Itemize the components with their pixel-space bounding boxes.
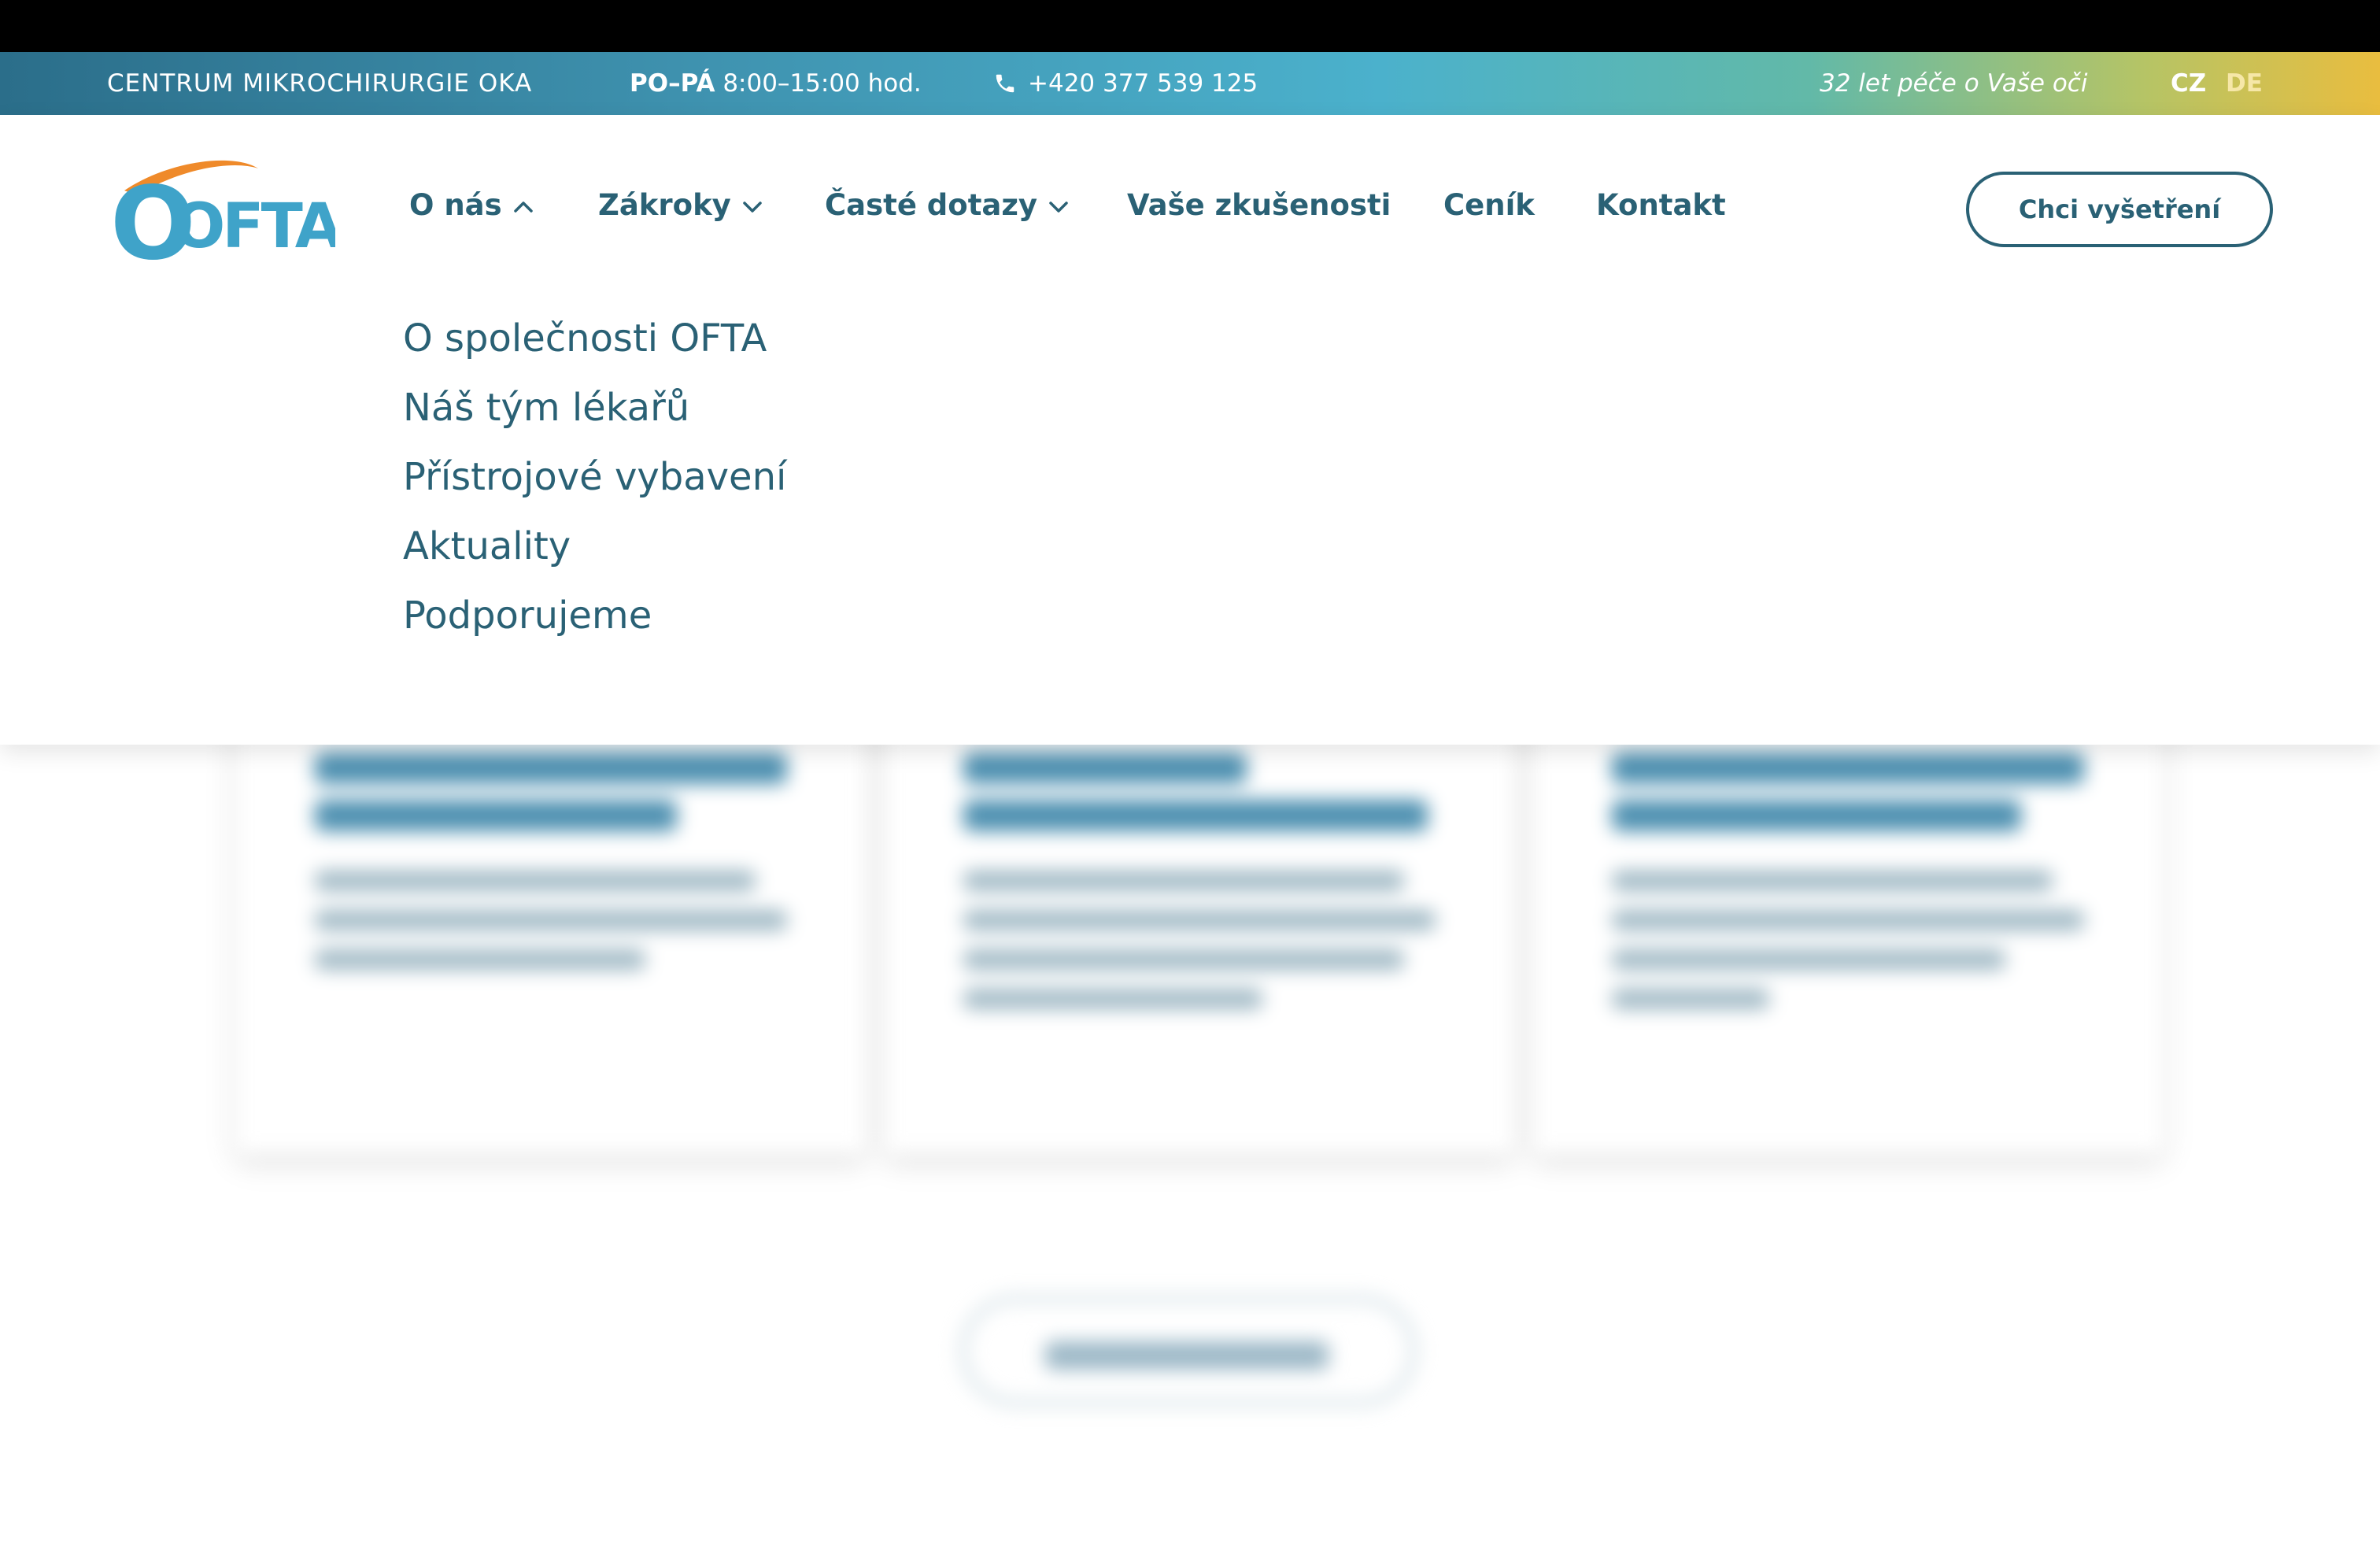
ofta-logo[interactable]: O OFTA [107, 154, 346, 283]
request-examination-button[interactable]: Chci vyšetření [1966, 172, 2273, 247]
dropdown-item-nas-tym[interactable]: Náš tým lékařů [403, 373, 786, 442]
chevron-down-icon [1049, 202, 1068, 213]
logo-wordmark: OFTA [173, 191, 335, 262]
phone-icon [996, 74, 1014, 93]
window-top-bar [0, 0, 2380, 52]
phone-link[interactable]: +420 377 539 125 [993, 52, 1258, 115]
top-info-bar: CENTRUM MIKROCHIRURGIE OKA PO–PÁ 8:00–15… [0, 52, 2380, 115]
language-cz[interactable]: CZ [2171, 52, 2206, 115]
chevron-down-icon [743, 202, 762, 213]
hours-days: PO–PÁ [630, 69, 715, 98]
center-name: CENTRUM MIKROCHIRURGIE OKA [107, 69, 533, 98]
opening-hours: PO–PÁ 8:00–15:00 hod. [630, 52, 922, 115]
dropdown-item-o-spolecnosti[interactable]: O společnosti OFTA [403, 304, 786, 373]
nav-zakroky-label: Zákroky [598, 188, 731, 222]
phone-number: +420 377 539 125 [1028, 69, 1258, 98]
tagline: 32 let péče o Vaše oči [1820, 69, 2088, 98]
nav-zakroky[interactable]: Zákroky [598, 179, 763, 231]
ofta-logo-graphic: O OFTA [110, 160, 346, 283]
dropdown-item-aktuality[interactable]: Aktuality [403, 512, 786, 581]
chevron-up-icon [513, 202, 533, 213]
nav-vase-zkusenosti[interactable]: Vaše zkušenosti [1127, 179, 1391, 231]
nav-kontakt[interactable]: Kontakt [1596, 179, 1726, 231]
dropdown-item-podporujeme[interactable]: Podporujeme [403, 581, 786, 650]
hours-time: 8:00–15:00 hod. [722, 69, 922, 98]
nav-caste-dotazy-label: Časté dotazy [825, 188, 1038, 222]
dropdown-item-pristrojove-vybaveni[interactable]: Přístrojové vybavení [403, 442, 786, 512]
nav-cenik[interactable]: Ceník [1443, 179, 1535, 231]
language-de[interactable]: DE [2226, 52, 2263, 115]
o-nas-dropdown-menu: O společnosti OFTA Náš tým lékařů Přístr… [403, 304, 786, 650]
nav-o-nas[interactable]: O nás [409, 179, 534, 231]
blurred-more-button [960, 1296, 1417, 1406]
blurred-page-content [0, 634, 2380, 1546]
nav-caste-dotazy[interactable]: Časté dotazy [825, 179, 1069, 231]
main-header: O OFTA O nás Zákroky Časté dotazy Vaše z… [0, 115, 2380, 745]
nav-o-nas-label: O nás [409, 188, 502, 222]
